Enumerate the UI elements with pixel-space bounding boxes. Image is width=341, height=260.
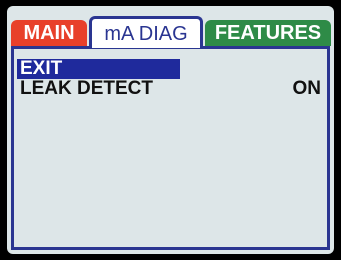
tab-ma-diag[interactable]: mA DIAG [89, 16, 203, 48]
tab-features[interactable]: FEATURES [205, 20, 331, 46]
menu-item-label: EXIT [20, 58, 63, 79]
tab-main[interactable]: MAIN [11, 20, 87, 46]
menu-panel: EXIT LEAK DETECT ON [11, 46, 330, 250]
device-screen: MAIN mA DIAG FEATURES EXIT LEAK DETECT O… [7, 6, 334, 254]
tab-main-label: MAIN [23, 22, 75, 44]
menu-item-label: LEAK DETECT [20, 78, 153, 99]
menu-item-value: ON [292, 78, 322, 99]
tab-ma-diag-label: mA DIAG [104, 23, 188, 45]
tab-features-label: FEATURES [214, 22, 322, 44]
menu-item-exit[interactable]: EXIT [20, 59, 323, 79]
menu-item-leak-detect[interactable]: LEAK DETECT ON [20, 79, 323, 99]
